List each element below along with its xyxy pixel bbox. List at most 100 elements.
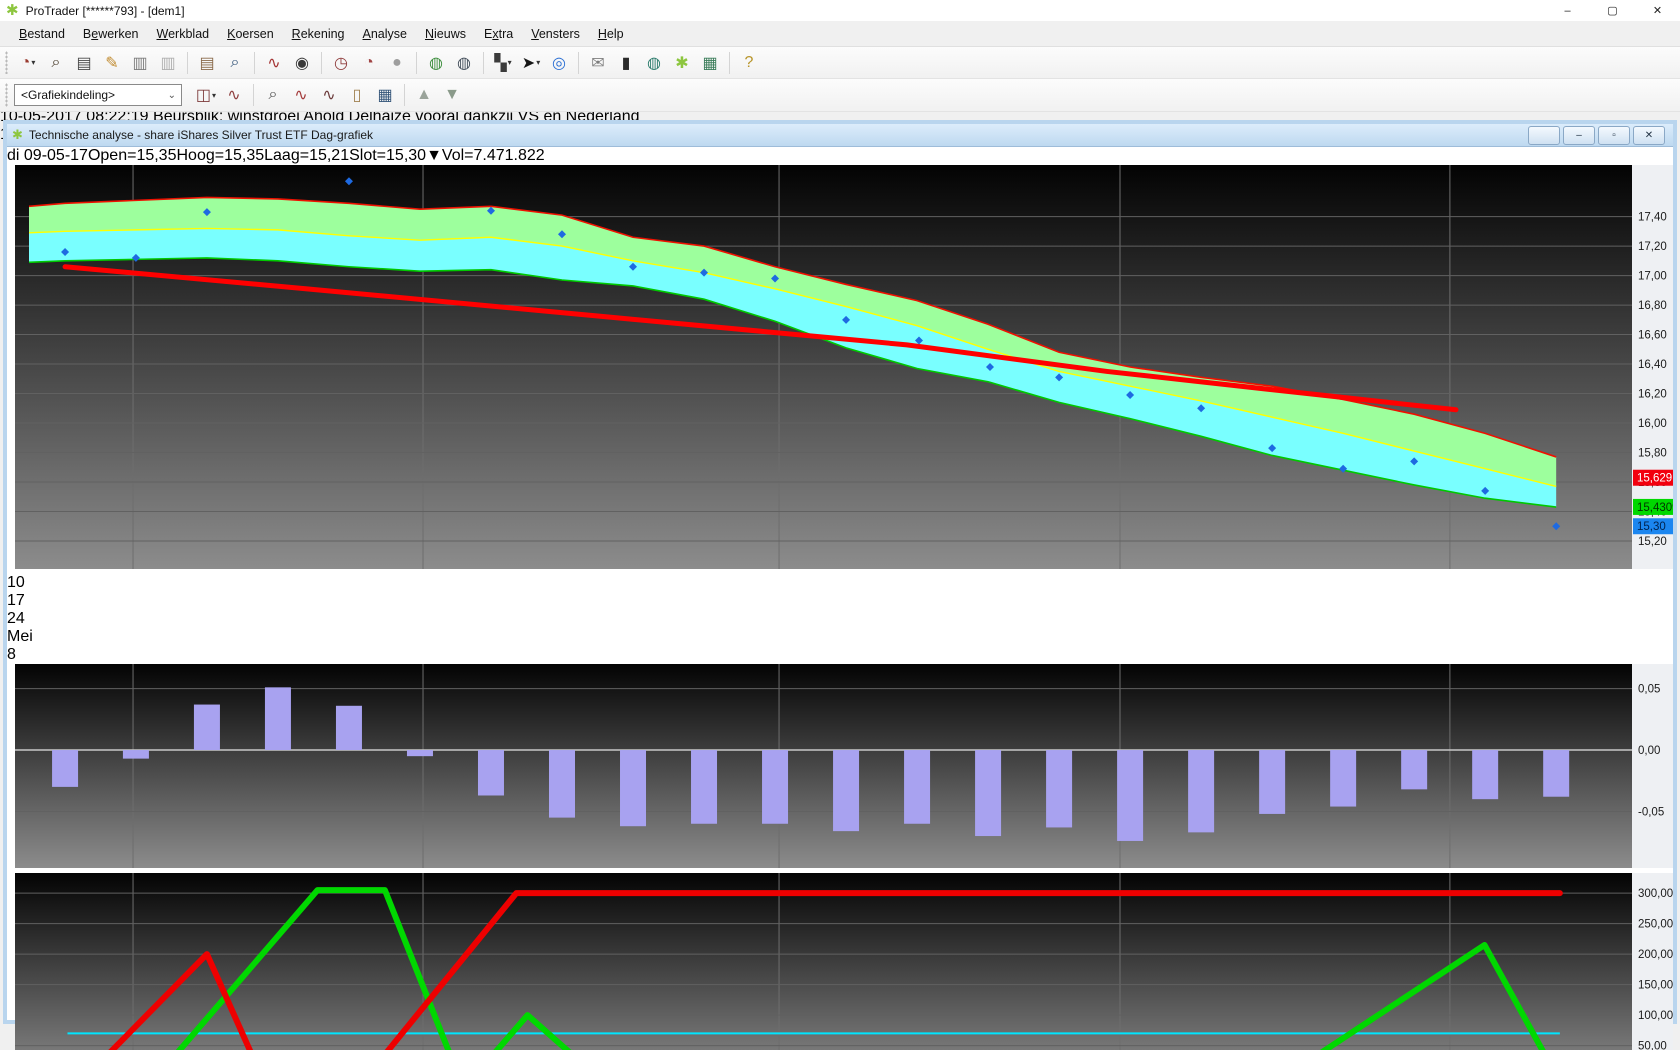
dropdown-arrow-icon[interactable]: ▾	[508, 58, 512, 67]
quote-hoog: Hoog=15,35	[176, 147, 265, 164]
svg-text:50,00: 50,00	[1638, 1041, 1667, 1050]
verbinding-icon[interactable]: ▤	[71, 51, 97, 75]
svg-text:0,00: 0,00	[1638, 745, 1660, 757]
menu-nieuws[interactable]: Nieuws	[416, 23, 475, 45]
help-icon[interactable]: ?	[736, 51, 762, 75]
date-tick-label: 24	[7, 610, 25, 627]
svg-text:16,80: 16,80	[1638, 300, 1667, 312]
histogram-bar	[1188, 750, 1215, 833]
grafiekindeling-combobox[interactable]: <Grafiekindeling> ⌄	[14, 84, 182, 106]
koers-monitor-icon[interactable]: ◉	[289, 51, 315, 75]
app-title-bar: ✱ ProTrader [******793] - [dem1] – ▢ ✕	[0, 0, 1680, 22]
rekenmachine-icon[interactable]: ▮	[613, 51, 639, 75]
grafiek-pijl-icon[interactable]: ∿	[288, 83, 314, 107]
date-tick-label: Mei	[7, 628, 33, 645]
grafiek-pin-icon[interactable]: ∿	[316, 83, 342, 107]
chart-window-title: Technische analyse - share iShares Silve…	[28, 128, 374, 142]
grafiek-slot-icon[interactable]: ∿	[221, 83, 247, 107]
menu-bestand[interactable]: Bestand	[10, 23, 74, 45]
histogram-bar	[1472, 750, 1499, 800]
tabel-icon[interactable]: ▦	[372, 83, 398, 107]
grafiekindeling-value: <Grafiekindeling>	[21, 88, 116, 102]
svg-text:16,40: 16,40	[1638, 359, 1667, 371]
menu-rekening[interactable]: Rekening	[283, 23, 354, 45]
order-invoer-icon[interactable]: ✎	[99, 51, 125, 75]
histogram-bar	[1330, 750, 1357, 807]
menu-werkblad[interactable]: Werkblad	[148, 23, 219, 45]
svg-text:0,05: 0,05	[1638, 684, 1660, 696]
meter-groen-icon[interactable]: ◍	[423, 51, 449, 75]
histogram-bar	[477, 750, 504, 796]
web-info-icon[interactable]: ◍	[641, 51, 667, 75]
koersen-overzicht-icon[interactable]: ◔ ▾	[15, 51, 41, 75]
vergroot-plus-icon[interactable]: ◎	[546, 51, 572, 75]
menu-koersen[interactable]: Koersen	[218, 23, 283, 45]
svg-text:15,4309: 15,4309	[1637, 502, 1673, 514]
koersalarm-icon[interactable]: ▦	[697, 51, 723, 75]
toolbar-separator	[187, 51, 188, 74]
histogram-bar	[335, 705, 362, 751]
histogram-bar	[1543, 750, 1570, 797]
meter-donker-icon[interactable]: ◍	[451, 51, 477, 75]
menu-extra[interactable]: Extra	[475, 23, 522, 45]
koers-zoeken-icon[interactable]: ⌕	[43, 51, 69, 75]
import-icon[interactable]: ▲	[411, 83, 437, 107]
close-button[interactable]: ✕	[1635, 0, 1680, 21]
app-window-buttons: – ▢ ✕	[1545, 0, 1680, 21]
email-icon[interactable]: ✉	[585, 51, 611, 75]
minimize-button[interactable]: –	[1545, 0, 1590, 21]
protrader-ster-icon[interactable]: ✱	[669, 51, 695, 75]
chart-close-button[interactable]: ✕	[1633, 126, 1665, 145]
grafiek-opslaan-icon[interactable]: ◫ ▾	[193, 83, 219, 107]
toolbar-separator	[416, 51, 417, 74]
maximize-button[interactable]: ▢	[1590, 0, 1635, 21]
main-toolbar: ◔ ▾ ⌕ ▤ ✎ ▥ ▥ ▤ ⌕ ∿ ◉ ◷ ◔ ● ◍ ◍ ▚ ▾ ➤ ▾ ◎ ✉ ▮ ◍ ✱ ▦?	[0, 47, 1680, 79]
chart-blank-button[interactable]	[1528, 126, 1560, 145]
date-tick-label: 10	[7, 574, 25, 591]
stappen-icon[interactable]: ▚ ▾	[490, 51, 516, 75]
nieuws-zoeken-icon[interactable]: ⌕	[222, 51, 248, 75]
svg-text:15,6291: 15,6291	[1637, 473, 1673, 485]
dropdown-arrow-icon[interactable]: ▾	[31, 58, 35, 67]
aroon-chart[interactable]: 300,00250,00200,00150,00100,0050,000,00	[7, 873, 1680, 1050]
histogram-bar	[52, 750, 79, 787]
date-tick-label: 17	[7, 592, 25, 609]
svg-text:300,00: 300,00	[1638, 888, 1673, 900]
quote-info-bar: di 09-05-17Open=15,35Hoog=15,35Laag=15,2…	[7, 147, 1673, 165]
menu-analyse[interactable]: Analyse	[354, 23, 416, 45]
export-icon[interactable]: ▼	[439, 83, 465, 107]
menu-help[interactable]: Help	[589, 23, 633, 45]
toolbar-separator	[729, 51, 730, 74]
app-title: ProTrader [******793] - [dem1]	[25, 3, 185, 18]
chart-window-icon: ✱	[12, 127, 23, 142]
technische-analyse-icon[interactable]: ∿	[261, 51, 287, 75]
dropdown-arrow-icon[interactable]: ▾	[536, 58, 540, 67]
chart-minimize-button[interactable]: –	[1563, 126, 1595, 145]
chart-window-buttons: – ▫ ✕	[1528, 126, 1665, 145]
svg-text:16,00: 16,00	[1638, 418, 1667, 430]
historie-icon[interactable]: ◔	[356, 51, 382, 75]
buy-sell-grijs-icon[interactable]: ▥	[155, 51, 181, 75]
buy-sell-icon[interactable]: ▥	[127, 51, 153, 75]
menu-vensters[interactable]: Vensters	[522, 23, 589, 45]
grafiek-zoeken-icon[interactable]: ⌕	[260, 83, 286, 107]
liniaal-icon[interactable]: ▯	[344, 83, 370, 107]
quote-vol: Vol=7.471.822	[441, 147, 545, 164]
chart-restore-button[interactable]: ▫	[1598, 126, 1630, 145]
price-band-chart[interactable]: 17,40 17,20 17,00 16,80 16,60 16,40 16,20 16,00…	[7, 165, 1680, 569]
histogram-bar	[762, 750, 789, 824]
dropdown-arrow-icon[interactable]: ▾	[212, 91, 216, 100]
ma-histogram-chart[interactable]: 0,05 0,00 -0,05	[7, 664, 1680, 868]
protrader-app: ✱ ProTrader [******793] - [dem1] – ▢ ✕ B…	[0, 0, 1680, 1050]
aanwijzer-icon[interactable]: ➤ ▾	[518, 51, 544, 75]
chart-window-title-bar: ✱ Technische analyse - share iShares Sil…	[7, 124, 1673, 147]
date-axis: 10 17 24 Mei 8	[7, 574, 1673, 664]
wereld-icon[interactable]: ●	[384, 51, 410, 75]
menu-bewerken[interactable]: Bewerken	[74, 23, 148, 45]
toolbar-separator	[578, 51, 579, 74]
menu-bar: Bestand Bewerken Werkblad Koersen Rekening An…	[0, 21, 1680, 47]
intraday-klok-icon[interactable]: ◷	[328, 51, 354, 75]
quote-date: di 09-05-17	[7, 147, 88, 164]
histogram-bar	[1401, 750, 1428, 790]
adresboek-icon[interactable]: ▤	[194, 51, 220, 75]
